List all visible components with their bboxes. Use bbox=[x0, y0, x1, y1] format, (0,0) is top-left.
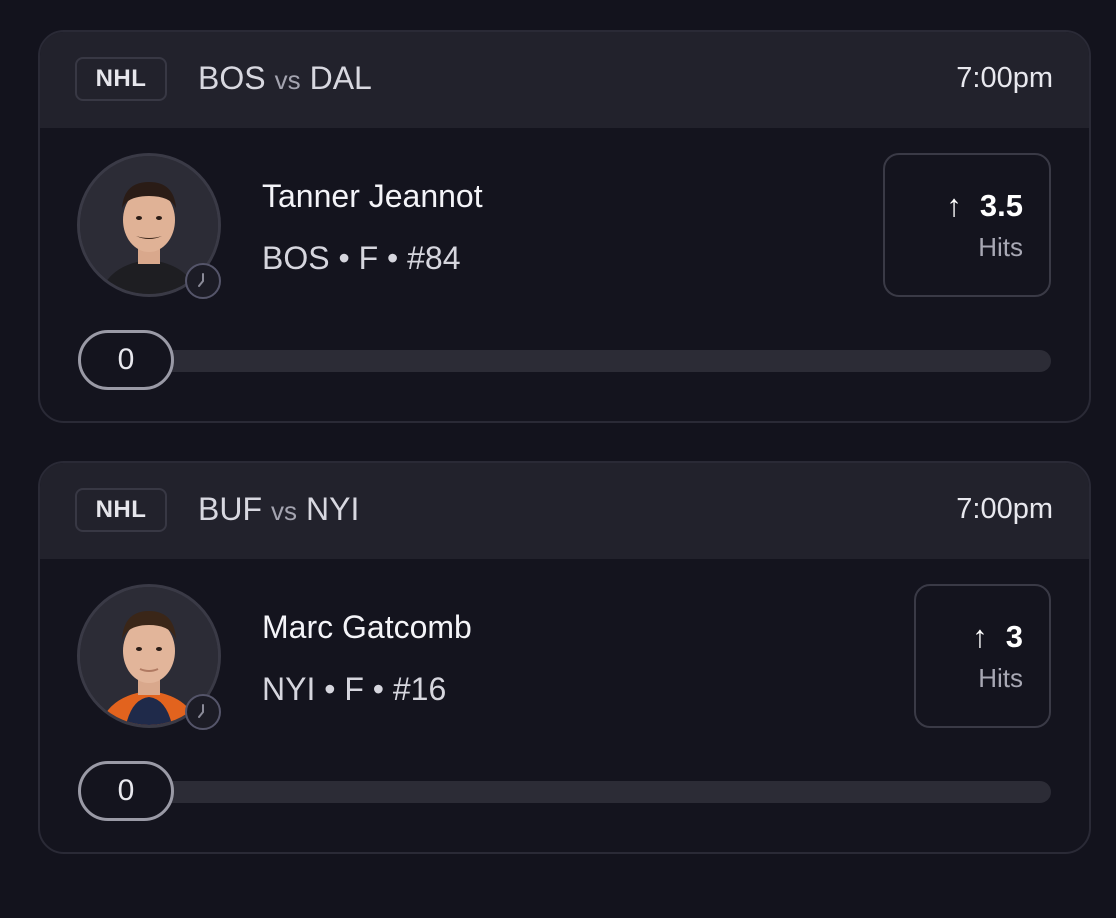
home-team: BOS bbox=[198, 60, 266, 96]
arrow-up-icon: ↑ bbox=[972, 618, 988, 654]
player-name[interactable]: Marc Gatcomb bbox=[262, 609, 472, 646]
arrow-up-icon: ↑ bbox=[946, 187, 962, 223]
progress-track bbox=[90, 350, 1051, 372]
away-team: DAL bbox=[309, 60, 372, 96]
vs-label: vs bbox=[271, 496, 297, 526]
player-name[interactable]: Tanner Jeannot bbox=[262, 178, 483, 215]
clock-icon bbox=[185, 263, 221, 299]
player-avatar[interactable] bbox=[77, 153, 225, 301]
prop-card[interactable]: NHL BUF vs NYI 7:00pm Marc Gatcomb NYI •… bbox=[38, 461, 1091, 854]
game-time: 7:00pm bbox=[956, 493, 1053, 525]
progress-count: 0 bbox=[78, 761, 174, 821]
player-avatar[interactable] bbox=[77, 584, 225, 732]
game-header: NHL BUF vs NYI 7:00pm bbox=[40, 463, 1089, 559]
line-value-row: ↑ 3 bbox=[972, 619, 1023, 655]
player-meta: NYI • F • #16 bbox=[262, 671, 447, 707]
game-header: NHL BOS vs DAL 7:00pm bbox=[40, 32, 1089, 128]
line-stat: Hits bbox=[978, 231, 1023, 262]
matchup: BOS vs DAL bbox=[198, 60, 372, 97]
vs-label: vs bbox=[274, 65, 301, 95]
line-value: 3 bbox=[1005, 618, 1023, 654]
line-button[interactable]: ↑ 3.5 Hits bbox=[883, 153, 1051, 297]
home-team: BUF bbox=[198, 491, 262, 527]
line-value-row: ↑ 3.5 bbox=[946, 188, 1023, 224]
league-badge: NHL bbox=[75, 488, 167, 532]
clock-icon bbox=[185, 694, 221, 730]
progress-count: 0 bbox=[78, 330, 174, 390]
line-value: 3.5 bbox=[979, 187, 1023, 223]
line-button[interactable]: ↑ 3 Hits bbox=[914, 584, 1051, 728]
progress-track bbox=[90, 781, 1051, 803]
away-team: NYI bbox=[306, 491, 360, 527]
matchup: BUF vs NYI bbox=[198, 491, 359, 528]
league-badge: NHL bbox=[75, 57, 167, 101]
line-stat: Hits bbox=[978, 662, 1023, 693]
player-meta: BOS • F • #84 bbox=[262, 240, 461, 276]
prop-card[interactable]: NHL BOS vs DAL 7:00pm Tanner Jeannot BOS… bbox=[38, 30, 1091, 423]
game-time: 7:00pm bbox=[956, 62, 1053, 94]
